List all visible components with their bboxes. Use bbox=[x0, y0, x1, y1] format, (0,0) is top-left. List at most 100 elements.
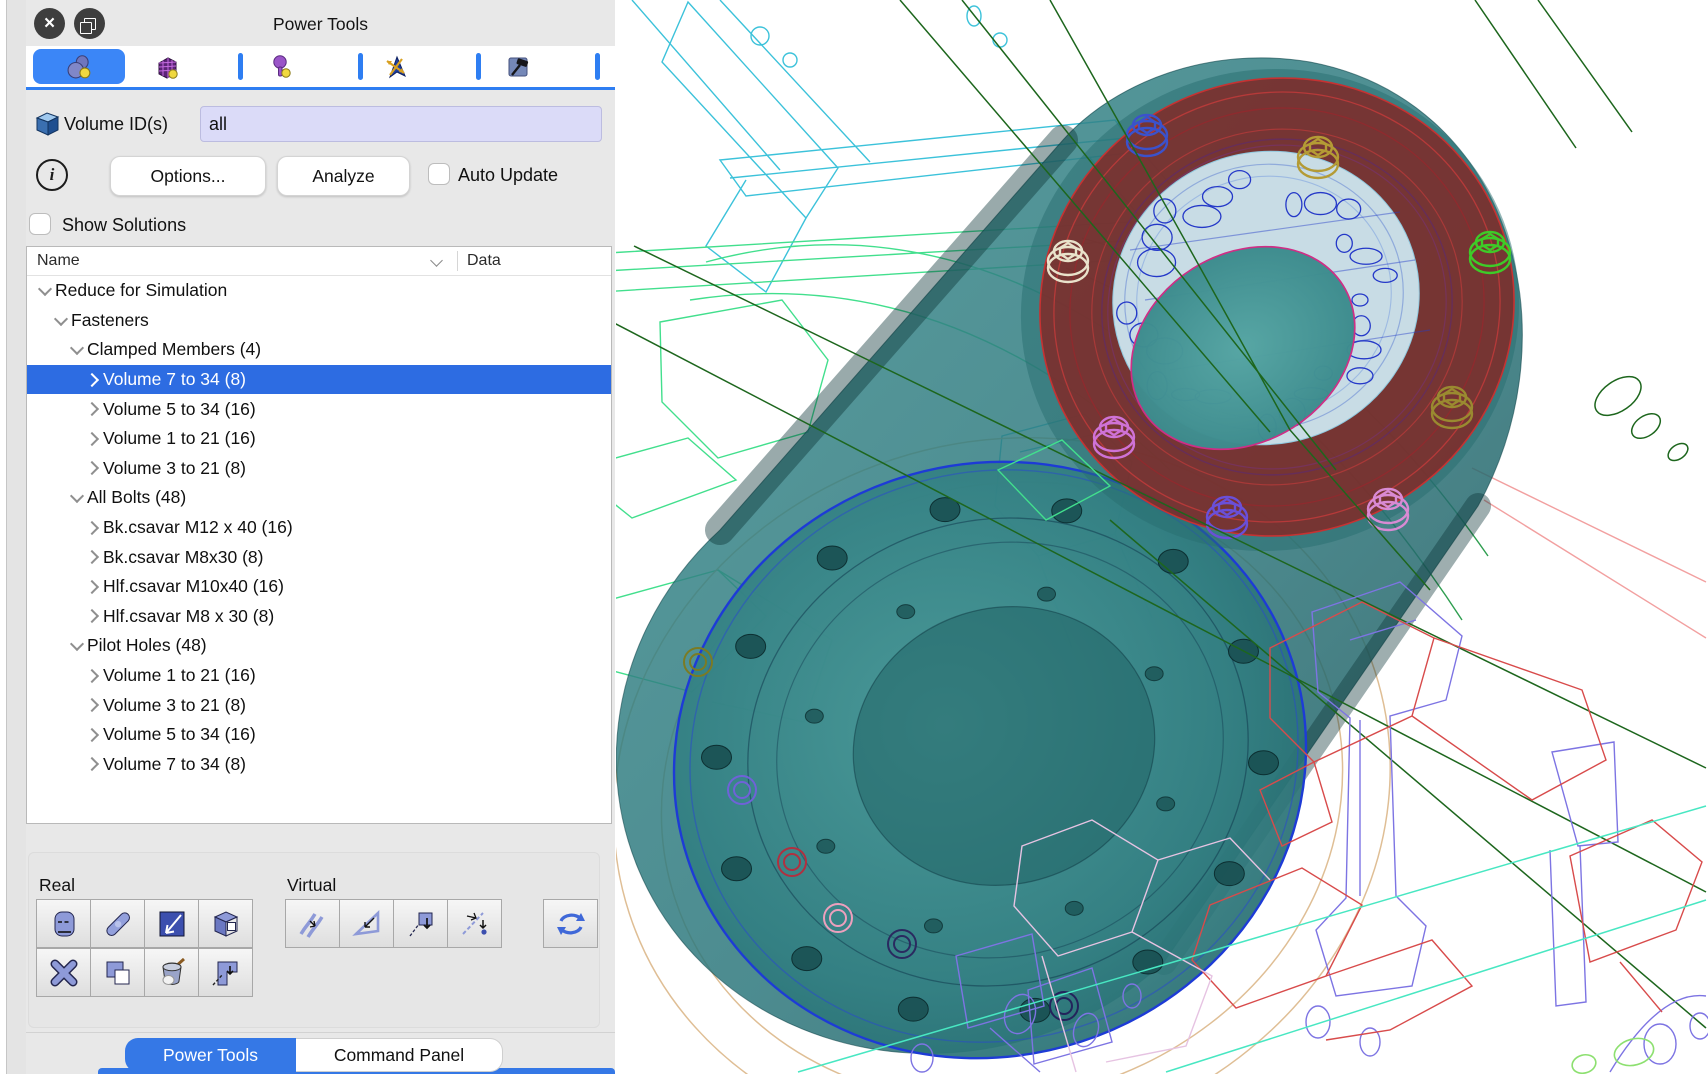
options-button[interactable]: Options... bbox=[110, 156, 266, 196]
collapse-corner-button[interactable] bbox=[198, 948, 253, 997]
tab-power-tools[interactable]: Power Tools bbox=[125, 1038, 296, 1072]
tree-item-volume[interactable]: Volume 5 to 34 (16) bbox=[27, 720, 611, 750]
chevron-right-icon[interactable] bbox=[83, 582, 103, 592]
tab-mesh-quality-tools[interactable] bbox=[361, 49, 431, 84]
graphics-viewport[interactable] bbox=[616, 0, 1708, 1074]
tree-item-clamped-members[interactable]: Clamped Members (4) bbox=[27, 335, 611, 365]
tab-separator bbox=[358, 53, 363, 80]
tree-item-volume[interactable]: Volume 1 to 21 (16) bbox=[27, 424, 611, 454]
volume-cube-icon bbox=[32, 109, 62, 139]
remove-surface-icon bbox=[155, 909, 189, 939]
tab-entity-power-tools[interactable] bbox=[246, 49, 316, 84]
chevron-down-icon[interactable] bbox=[67, 642, 87, 649]
tree-item-label: Hlf.csavar M8 x 30 (8) bbox=[103, 606, 274, 627]
collapse-angle-icon bbox=[350, 909, 384, 939]
tree-item-label: Volume 1 to 21 (16) bbox=[103, 428, 256, 449]
tree-item-volume-selected[interactable]: Volume 7 to 34 (8) bbox=[27, 365, 611, 395]
bottom-divider bbox=[26, 1032, 615, 1033]
tree-item-label: Bk.csavar M8x30 (8) bbox=[103, 547, 263, 568]
remove-vertex-icon bbox=[458, 909, 492, 939]
chevron-right-icon[interactable] bbox=[83, 463, 103, 473]
virtual-remove-vertex-button[interactable] bbox=[447, 899, 502, 948]
clean-bucket-button[interactable] bbox=[144, 948, 199, 997]
mesh-quality-tools-icon bbox=[382, 53, 410, 81]
dock-edge-strip bbox=[6, 0, 28, 1074]
chevron-right-icon[interactable] bbox=[83, 730, 103, 740]
tree-item-volume[interactable]: Volume 1 to 21 (16) bbox=[27, 661, 611, 691]
column-separator[interactable] bbox=[457, 251, 458, 271]
chevron-down-icon[interactable] bbox=[67, 346, 87, 353]
composite-surfaces-button[interactable] bbox=[90, 948, 145, 997]
refresh-icon bbox=[554, 909, 588, 939]
chevron-right-icon[interactable] bbox=[83, 552, 103, 562]
virtual-collapse-angle-button[interactable] bbox=[339, 899, 394, 948]
remove-cross-button[interactable] bbox=[36, 948, 91, 997]
chevron-right-icon[interactable] bbox=[83, 434, 103, 444]
chevron-down-icon[interactable] bbox=[35, 287, 55, 294]
geometry-power-tools-icon bbox=[64, 52, 94, 82]
refresh-button[interactable] bbox=[543, 899, 598, 948]
tree-item-bolt-group[interactable]: Bk.csavar M8x30 (8) bbox=[27, 542, 611, 572]
collapse-surface-icon bbox=[404, 909, 438, 939]
tree-item-reduce-for-simulation[interactable]: Reduce for Simulation bbox=[27, 276, 611, 306]
collapse-corner-icon bbox=[209, 958, 243, 988]
sort-chevron-icon[interactable] bbox=[430, 254, 443, 267]
remove-blend-button[interactable] bbox=[90, 899, 145, 948]
remove-cross-icon bbox=[47, 958, 81, 988]
tab-separator bbox=[476, 53, 481, 80]
chevron-right-icon[interactable] bbox=[83, 375, 103, 385]
tree-item-bolt-group[interactable]: Hlf.csavar M10x40 (16) bbox=[27, 572, 611, 602]
tab-mesh-power-tools[interactable] bbox=[132, 49, 202, 84]
chevron-right-icon[interactable] bbox=[83, 759, 103, 769]
tree-item-label: Volume 5 to 34 (16) bbox=[103, 724, 256, 745]
actions-row: i Options... Analyze Auto Update bbox=[26, 156, 615, 196]
mesh-power-tools-icon bbox=[153, 53, 181, 81]
chevron-down-icon[interactable] bbox=[67, 494, 87, 501]
tree-item-bolt-group[interactable]: Hlf.csavar M8 x 30 (8) bbox=[27, 602, 611, 632]
remove-surface-button[interactable] bbox=[144, 899, 199, 948]
tree-item-volume[interactable]: Volume 5 to 34 (16) bbox=[27, 394, 611, 424]
analyze-button[interactable]: Analyze bbox=[277, 156, 410, 196]
info-icon[interactable]: i bbox=[36, 159, 68, 191]
show-solutions-checkbox[interactable] bbox=[29, 213, 51, 235]
tree-item-label: Clamped Members (4) bbox=[87, 339, 261, 360]
tree-item-label: Bk.csavar M12 x 40 (16) bbox=[103, 517, 293, 538]
tabbar-underline bbox=[26, 87, 615, 90]
auto-update-label: Auto Update bbox=[458, 156, 558, 194]
chevron-down-icon[interactable] bbox=[51, 317, 71, 324]
tree-item-all-bolts[interactable]: All Bolts (48) bbox=[27, 483, 611, 513]
tree-item-volume[interactable]: Volume 3 to 21 (8) bbox=[27, 454, 611, 484]
chevron-right-icon[interactable] bbox=[83, 611, 103, 621]
chevron-right-icon[interactable] bbox=[83, 523, 103, 533]
chevron-right-icon[interactable] bbox=[83, 671, 103, 681]
chevron-right-icon[interactable] bbox=[83, 700, 103, 710]
composite-surfaces-icon bbox=[101, 958, 135, 988]
tab-command-panel[interactable]: Command Panel bbox=[296, 1038, 503, 1072]
volume-id-input[interactable] bbox=[200, 106, 602, 142]
auto-update-checkbox[interactable] bbox=[428, 163, 450, 185]
volume-id-row: Volume ID(s) bbox=[26, 106, 615, 142]
tree-item-fasteners[interactable]: Fasteners bbox=[27, 306, 611, 336]
tree-item-volume[interactable]: Volume 7 to 34 (8) bbox=[27, 750, 611, 780]
remove-blend-icon bbox=[101, 909, 135, 939]
tab-geometry-power-tools[interactable] bbox=[33, 49, 125, 84]
tweak-surface-button[interactable] bbox=[36, 899, 91, 948]
tree-item-label: Volume 7 to 34 (8) bbox=[103, 369, 246, 390]
clean-bucket-icon bbox=[155, 958, 189, 988]
remove-cube-face-button[interactable] bbox=[198, 899, 253, 948]
chevron-right-icon[interactable] bbox=[83, 404, 103, 414]
tree-item-bolt-group[interactable]: Bk.csavar M12 x 40 (16) bbox=[27, 513, 611, 543]
name-column-header[interactable]: Name bbox=[37, 247, 80, 275]
tree-item-volume[interactable]: Volume 3 to 21 (8) bbox=[27, 690, 611, 720]
tab-geometry-repair-tools[interactable] bbox=[483, 49, 553, 84]
virtual-merge-curves-button[interactable] bbox=[285, 899, 340, 948]
geometry-repair-tools-icon bbox=[504, 53, 532, 81]
tree-item-label: Volume 7 to 34 (8) bbox=[103, 754, 246, 775]
entity-power-tools-icon bbox=[267, 53, 295, 81]
data-column-header[interactable]: Data bbox=[467, 247, 501, 275]
show-solutions-row: Show Solutions bbox=[26, 212, 615, 238]
tree-item-pilot-holes[interactable]: Pilot Holes (48) bbox=[27, 631, 611, 661]
light-red-lines-wireframe bbox=[1472, 468, 1706, 638]
tree-item-label: All Bolts (48) bbox=[87, 487, 186, 508]
virtual-collapse-surface-button[interactable] bbox=[393, 899, 448, 948]
